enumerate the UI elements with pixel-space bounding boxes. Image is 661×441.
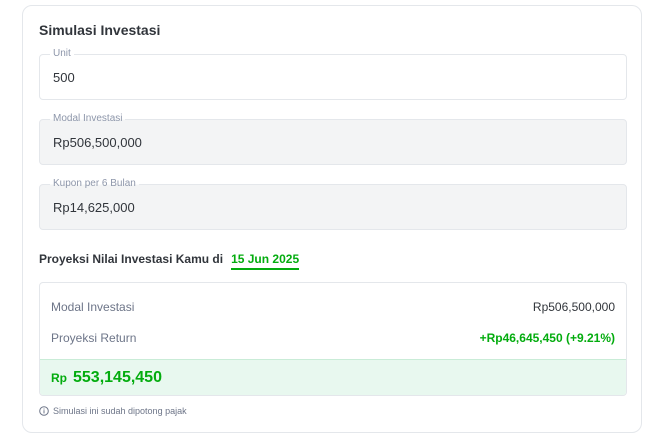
kupon-label: Kupon per 6 Bulan [50,178,139,190]
summary-row-modal: Modal Investasi Rp506,500,000 [51,300,615,314]
unit-field-label: Unit [50,48,74,60]
summary-row-return: Proyeksi Return +Rp46,645,450 (+9.21%) [51,331,615,345]
unit-field[interactable]: Unit [39,48,627,100]
modal-investasi-field: Modal Investasi Rp506,500,000 [39,113,627,165]
projection-heading-text: Proyeksi Nilai Investasi Kamu di [39,252,224,266]
investment-simulation-card: Simulasi Investasi Unit Modal Investasi … [22,5,642,433]
modal-investasi-value: Rp506,500,000 [53,135,142,150]
kupon-value: Rp14,625,000 [53,200,135,215]
projection-total: Rp 553,145,450 [40,359,626,395]
card-title: Simulasi Investasi [39,22,161,38]
summary-row-value: +Rp46,645,450 (+9.21%) [479,331,615,345]
unit-input[interactable] [53,70,613,85]
summary-row-label: Modal Investasi [51,300,135,314]
summary-row-value: Rp506,500,000 [532,300,615,314]
info-icon [39,406,49,416]
tax-note-text: Simulasi ini sudah dipotong pajak [53,406,187,416]
tax-note: Simulasi ini sudah dipotong pajak [39,406,187,416]
modal-investasi-label: Modal Investasi [50,113,126,125]
total-currency: Rp [51,370,67,385]
total-amount: 553,145,450 [73,368,162,386]
summary-row-label: Proyeksi Return [51,331,137,345]
projection-heading: Proyeksi Nilai Investasi Kamu di 15 Jun … [39,252,300,270]
projection-summary: Modal Investasi Rp506,500,000 Proyeksi R… [39,282,627,396]
kupon-field: Kupon per 6 Bulan Rp14,625,000 [39,178,627,230]
projection-date-selector[interactable]: 15 Jun 2025 [231,252,300,270]
